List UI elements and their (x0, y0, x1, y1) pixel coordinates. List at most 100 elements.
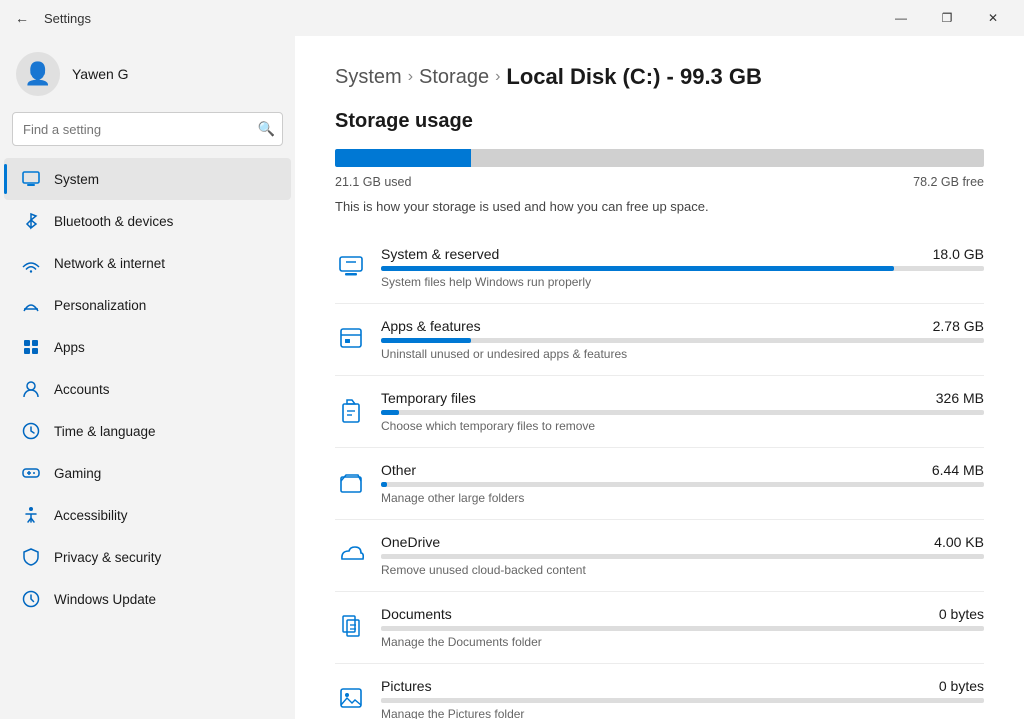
divider (335, 303, 984, 304)
breadcrumb: System › Storage › Local Disk (C:) - 99.… (335, 64, 984, 90)
search-box: 🔍 (12, 112, 283, 146)
storage-item-desc: Manage the Documents folder (381, 635, 984, 649)
storage-item-icon (335, 250, 367, 282)
storage-item-icon (335, 322, 367, 354)
divider (335, 375, 984, 376)
storage-item-3[interactable]: Other 6.44 MB Manage other large folders (335, 452, 984, 515)
storage-item-body: System & reserved 18.0 GB System files h… (381, 246, 984, 289)
nav-items-container: System Bluetooth & devices Network & int… (0, 158, 295, 620)
storage-item-name: Apps & features (381, 318, 481, 334)
storage-item-bar (381, 266, 984, 271)
sidebar-item-label: Network & internet (54, 256, 165, 271)
window-controls: — ❐ ✕ (878, 0, 1016, 36)
storage-labels: 21.1 GB used 78.2 GB free (335, 175, 984, 189)
storage-item-4[interactable]: OneDrive 4.00 KB Remove unused cloud-bac… (335, 524, 984, 587)
storage-item-bar (381, 626, 984, 631)
storage-item-body: Pictures 0 bytes Manage the Pictures fol… (381, 678, 984, 719)
sidebar-item-update[interactable]: Windows Update (4, 578, 291, 620)
bluetooth-icon (20, 210, 42, 232)
storage-item-icon (335, 610, 367, 642)
storage-item-size: 18.0 GB (933, 246, 984, 262)
breadcrumb-part2: Storage (419, 66, 489, 89)
storage-item-body: Documents 0 bytes Manage the Documents f… (381, 606, 984, 649)
storage-item-size: 0 bytes (939, 678, 984, 694)
titlebar: ← Settings — ❐ ✕ (0, 0, 1024, 36)
gaming-icon (20, 462, 42, 484)
storage-item-size: 0 bytes (939, 606, 984, 622)
privacy-icon (20, 546, 42, 568)
storage-items-container: System & reserved 18.0 GB System files h… (335, 236, 984, 719)
sidebar-item-network[interactable]: Network & internet (4, 242, 291, 284)
username: Yawen G (72, 66, 129, 82)
storage-item-header: System & reserved 18.0 GB (381, 246, 984, 262)
system-icon (20, 168, 42, 190)
sidebar-item-time[interactable]: Time & language (4, 410, 291, 452)
sidebar-item-label: Accounts (54, 382, 110, 397)
storage-item-0[interactable]: System & reserved 18.0 GB System files h… (335, 236, 984, 299)
network-icon (20, 252, 42, 274)
storage-free-label: 78.2 GB free (913, 175, 984, 189)
sidebar-item-label: System (54, 172, 99, 187)
storage-item-body: Other 6.44 MB Manage other large folders (381, 462, 984, 505)
storage-item-desc: Manage other large folders (381, 491, 984, 505)
storage-item-bar (381, 698, 984, 703)
sidebar-item-accounts[interactable]: Accounts (4, 368, 291, 410)
sidebar-item-label: Apps (54, 340, 85, 355)
user-section: 👤 Yawen G (0, 36, 295, 108)
breadcrumb-part1: System (335, 66, 402, 89)
storage-item-bar (381, 338, 984, 343)
minimize-button[interactable]: — (878, 0, 924, 36)
apps-icon (20, 336, 42, 358)
storage-info-text: This is how your storage is used and how… (335, 199, 984, 214)
storage-item-5[interactable]: Documents 0 bytes Manage the Documents f… (335, 596, 984, 659)
sidebar-item-label: Personalization (54, 298, 146, 313)
storage-item-header: Other 6.44 MB (381, 462, 984, 478)
sidebar-item-label: Bluetooth & devices (54, 214, 173, 229)
storage-item-header: Temporary files 326 MB (381, 390, 984, 406)
time-icon (20, 420, 42, 442)
storage-item-desc: System files help Windows run properly (381, 275, 984, 289)
sidebar-item-accessibility[interactable]: Accessibility (4, 494, 291, 536)
back-button[interactable]: ← (8, 4, 36, 32)
sidebar-item-gaming[interactable]: Gaming (4, 452, 291, 494)
app-body: 👤 Yawen G 🔍 System Bluetooth & devices N… (0, 36, 1024, 719)
storage-item-header: OneDrive 4.00 KB (381, 534, 984, 550)
storage-item-bar (381, 482, 984, 487)
sidebar-item-privacy[interactable]: Privacy & security (4, 536, 291, 578)
storage-item-2[interactable]: Temporary files 326 MB Choose which temp… (335, 380, 984, 443)
storage-item-name: Documents (381, 606, 452, 622)
avatar: 👤 (16, 52, 60, 96)
sidebar-item-apps[interactable]: Apps (4, 326, 291, 368)
divider (335, 447, 984, 448)
sidebar-item-personalization[interactable]: Personalization (4, 284, 291, 326)
storage-item-bar-fill (381, 410, 399, 415)
storage-item-bar-fill (381, 266, 894, 271)
storage-item-name: Pictures (381, 678, 432, 694)
storage-item-header: Pictures 0 bytes (381, 678, 984, 694)
titlebar-title: Settings (44, 11, 91, 26)
sidebar-item-system[interactable]: System (4, 158, 291, 200)
sidebar-item-label: Windows Update (54, 592, 156, 607)
storage-item-desc: Manage the Pictures folder (381, 707, 984, 719)
close-button[interactable]: ✕ (970, 0, 1016, 36)
storage-item-size: 326 MB (936, 390, 984, 406)
storage-item-bar-fill (381, 338, 471, 343)
storage-item-name: Other (381, 462, 416, 478)
main-content: System › Storage › Local Disk (C:) - 99.… (295, 36, 1024, 719)
storage-item-bar (381, 410, 984, 415)
maximize-button[interactable]: ❐ (924, 0, 970, 36)
storage-item-6[interactable]: Pictures 0 bytes Manage the Pictures fol… (335, 668, 984, 719)
titlebar-left: ← Settings (8, 4, 91, 32)
sidebar-item-bluetooth[interactable]: Bluetooth & devices (4, 200, 291, 242)
storage-item-icon (335, 466, 367, 498)
breadcrumb-sep2: › (495, 68, 500, 86)
storage-item-1[interactable]: Apps & features 2.78 GB Uninstall unused… (335, 308, 984, 371)
storage-item-size: 4.00 KB (934, 534, 984, 550)
accessibility-icon (20, 504, 42, 526)
sidebar: 👤 Yawen G 🔍 System Bluetooth & devices N… (0, 36, 295, 719)
search-input[interactable] (12, 112, 283, 146)
storage-item-size: 2.78 GB (933, 318, 984, 334)
storage-item-desc: Remove unused cloud-backed content (381, 563, 984, 577)
breadcrumb-sep1: › (408, 68, 413, 86)
divider (335, 519, 984, 520)
